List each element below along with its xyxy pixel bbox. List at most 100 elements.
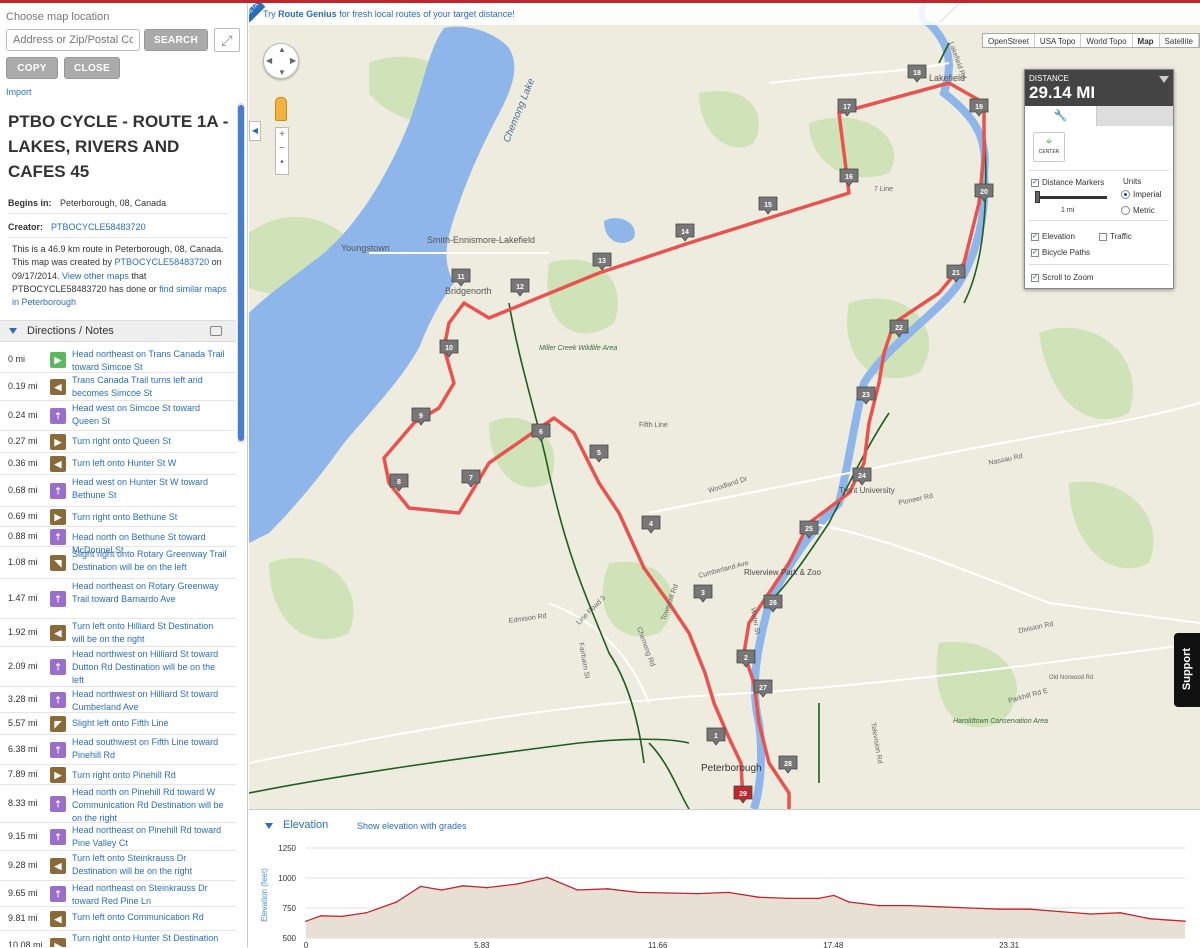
direction-text[interactable]: Slight left onto Fifth Line	[72, 717, 228, 730]
direction-item[interactable]: 9.28 mi ◀ Turn left onto Steinkrauss Dr De…	[0, 851, 236, 881]
collapse-triangle-icon[interactable]	[265, 823, 273, 829]
direction-item[interactable]: 5.57 mi ◤ Slight left onto Fifth Line	[0, 713, 236, 735]
begins-label: Begins in:	[8, 198, 52, 208]
direction-text[interactable]: Turn right onto Pinehill Rd	[72, 769, 228, 782]
print-icon[interactable]	[210, 326, 222, 336]
pan-down-icon[interactable]: ▼	[278, 68, 286, 77]
route-genius-link[interactable]: Route Genius	[278, 9, 337, 19]
direction-text[interactable]: Slight right onto Rotary Greenway Trail …	[72, 548, 228, 574]
direction-text[interactable]: Head west on Simcoe St toward Queen St	[72, 402, 228, 428]
zoom-reset-icon[interactable]: •	[276, 156, 288, 170]
direction-item[interactable]: 0.88 mi ⇡ Head north on Bethune St toward …	[0, 527, 236, 555]
route-genius-banner[interactable]: Try Route Genius for fresh local routes …	[249, 3, 1200, 25]
desc-creator-link[interactable]: PTBOCYCLE58483720	[115, 257, 210, 267]
panel-toggle-icon[interactable]	[1159, 76, 1169, 83]
direction-item[interactable]: 3.28 mi ⇡ Head northwest on Hilliard St to…	[0, 687, 236, 713]
close-button[interactable]: CLOSE	[64, 57, 120, 79]
search-button[interactable]: SEARCH	[144, 29, 208, 51]
pan-right-icon[interactable]: ▶	[290, 56, 296, 65]
support-tab[interactable]: Support	[1174, 633, 1200, 707]
direction-item[interactable]: 2.09 mi ⇡ Head northwest on Hilliard St to…	[0, 647, 236, 687]
direction-item[interactable]: 9.81 mi ◀ Turn left onto Communication Rd	[0, 907, 236, 931]
checkbox-checked-icon: ✓	[1031, 232, 1039, 241]
direction-item[interactable]: 9.65 mi ⇡ Head northeast on Steinkrauss Dr…	[0, 881, 236, 907]
pan-left-icon[interactable]: ◀	[266, 56, 272, 65]
traffic-checkbox[interactable]: Traffic	[1099, 232, 1132, 241]
direction-text[interactable]: Turn left onto Hunter St W	[72, 457, 228, 470]
street-view-pegman-icon[interactable]	[275, 97, 287, 121]
scrollbar-thumb[interactable]	[238, 105, 244, 441]
collapse-sidebar-icon[interactable]: ◀	[249, 121, 261, 141]
direction-item[interactable]: 7.89 mi ▶ Turn right onto Pinehill Rd	[0, 765, 236, 785]
elevation-checkbox[interactable]: ✓ Elevation	[1031, 232, 1075, 241]
zoom-in-icon[interactable]: +	[276, 128, 288, 142]
genius-text: Try	[263, 9, 279, 19]
direction-item[interactable]: 0.36 mi ◀ Turn left onto Hunter St W	[0, 453, 236, 475]
bicycle-paths-checkbox[interactable]: ✓ Bicycle Paths	[1031, 248, 1090, 257]
direction-item[interactable]: 10.08 mi ▶ Turn right onto Hunter St Desti…	[0, 931, 236, 947]
direction-text[interactable]: Head northeast on Rotary Greenway Trail …	[72, 580, 228, 606]
direction-text[interactable]: Turn right onto Hunter St Destination wi…	[72, 932, 228, 947]
copy-button[interactable]: COPY	[6, 57, 58, 79]
direction-text[interactable]: Head northwest on Hilliard St toward Dut…	[72, 648, 228, 687]
direction-text[interactable]: Head southwest on Fifth Line toward Pine…	[72, 736, 228, 762]
direction-text[interactable]: Trans Canada Trail turns left and become…	[72, 374, 228, 400]
map-tab[interactable]: USA Topo	[1035, 34, 1082, 47]
elevation-title[interactable]: Elevation	[283, 819, 328, 831]
scroll-to-zoom-checkbox[interactable]: ✓ Scroll to Zoom	[1031, 273, 1094, 282]
fullscreen-icon[interactable]: ⤢	[214, 28, 240, 52]
slider-handle[interactable]	[1035, 191, 1040, 203]
marker-interval-slider[interactable]	[1035, 196, 1107, 199]
direction-text[interactable]: Turn left onto Hilliard St Destination w…	[72, 620, 228, 646]
map-tab[interactable]: OpenStreet	[983, 34, 1035, 47]
direction-item[interactable]: 0.68 mi ⇡ Head west on Hunter St W toward …	[0, 475, 236, 507]
direction-text[interactable]: Head northeast on Trans Canada Trail tow…	[72, 348, 228, 374]
direction-text[interactable]: Head west on Hunter St W toward Bethune …	[72, 476, 228, 502]
y-tick-label: 750	[283, 904, 297, 913]
direction-item[interactable]: 1.08 mi ◥ Slight right onto Rotary Greenwa…	[0, 547, 236, 579]
view-other-maps-link[interactable]: View other maps	[62, 271, 129, 281]
zoom-out-icon[interactable]: −	[276, 142, 288, 156]
pan-control[interactable]: ▲ ▼ ◀ ▶	[263, 43, 299, 79]
direction-text[interactable]: Head north on Pinehill Rd toward W Commu…	[72, 786, 228, 825]
direction-text[interactable]: Turn right onto Queen St	[72, 435, 228, 448]
map-label: Bridgenorth	[445, 286, 492, 296]
direction-text[interactable]: Turn left onto Communication Rd	[72, 911, 228, 924]
turn-left-icon: ◀	[50, 379, 66, 395]
map-tab[interactable]: Satellite	[1160, 34, 1199, 47]
direction-item[interactable]: 6.38 mi ⇡ Head southwest on Fifth Line tow…	[0, 735, 236, 765]
direction-item[interactable]: 1.92 mi ◀ Turn left onto Hilliard St Desti…	[0, 619, 236, 647]
tools-tab[interactable]: 🔧	[1025, 106, 1097, 126]
creator-link[interactable]: PTBOCYCLE58483720	[51, 222, 146, 232]
head-icon: ⇡	[50, 659, 66, 675]
address-input[interactable]	[6, 29, 140, 51]
direction-item[interactable]: 0.27 mi ▶ Turn right onto Queen St	[0, 431, 236, 453]
show-grades-link[interactable]: Show elevation with grades	[357, 821, 467, 831]
map-tab[interactable]: World Topo	[1081, 34, 1133, 47]
center-button[interactable]: ⌖ CENTER	[1033, 132, 1065, 162]
map-tab[interactable]: Map	[1133, 34, 1160, 47]
direction-text[interactable]: Turn left onto Steinkrauss Dr Destinatio…	[72, 852, 228, 878]
map-view[interactable]: Chemong Lake Youngstown Smith-Ennismore-…	[249, 3, 1200, 809]
direction-text[interactable]: Turn right onto Bethune St	[72, 511, 228, 524]
direction-text[interactable]: Head northeast on Steinkrauss Dr toward …	[72, 882, 228, 908]
distance-markers-checkbox[interactable]: ✓ Distance Markers	[1031, 178, 1104, 187]
pan-up-icon[interactable]: ▲	[278, 45, 286, 54]
directions-header[interactable]: Directions / Notes	[0, 320, 236, 342]
direction-text[interactable]: Head northwest on Hilliard St toward Cum…	[72, 688, 228, 714]
direction-item[interactable]: 9.15 mi ⇡ Head northeast on Pinehill Rd to…	[0, 823, 236, 851]
zoom-control[interactable]: + − •	[275, 127, 289, 175]
direction-item[interactable]: 0.24 mi ⇡ Head west on Simcoe St toward Qu…	[0, 401, 236, 431]
direction-item[interactable]: 0.19 mi ◀ Trans Canada Trail turns left an…	[0, 373, 236, 401]
direction-text[interactable]: Head northeast on Pinehill Rd toward Pin…	[72, 824, 228, 850]
metric-radio[interactable]: Metric	[1121, 206, 1155, 215]
direction-item[interactable]: 8.33 mi ⇡ Head north on Pinehill Rd toward…	[0, 785, 236, 823]
secondary-tab[interactable]	[1097, 106, 1173, 126]
direction-distance: 7.89 mi	[8, 769, 38, 779]
direction-item[interactable]: 0 mi ▶ Head northeast on Trans Canada Trai…	[0, 347, 236, 373]
direction-item[interactable]: 0.69 mi ▶ Turn right onto Bethune St	[0, 507, 236, 527]
turn-left-icon: ◀	[50, 858, 66, 874]
imperial-radio[interactable]: Imperial	[1121, 190, 1161, 199]
direction-item[interactable]: 1.47 mi ⇡ Head northeast on Rotary Greenwa…	[0, 579, 236, 619]
import-link[interactable]: Import	[6, 87, 32, 97]
